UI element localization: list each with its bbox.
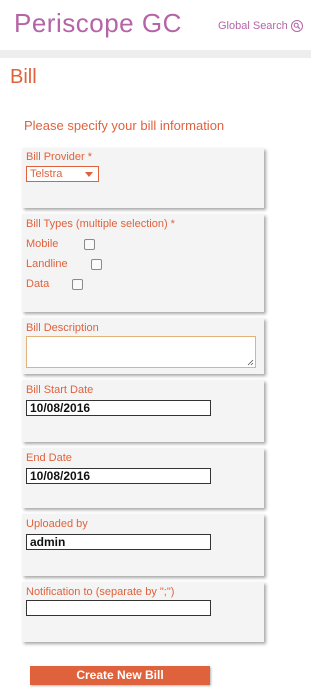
- bill-provider-selected: Telstra: [30, 168, 63, 180]
- end-date-card: End Date 10/08/2016: [22, 448, 264, 508]
- end-date-label: End Date: [26, 452, 72, 464]
- bill-type-data: Data: [26, 278, 106, 292]
- header-divider: [0, 50, 311, 58]
- end-date-input[interactable]: 10/08/2016: [26, 468, 211, 484]
- bill-types-card: Bill Types (multiple selection) * Mobile…: [22, 214, 264, 312]
- bill-type-data-label: Data: [26, 278, 50, 290]
- create-new-bill-button[interactable]: Create New Bill: [30, 666, 210, 685]
- uploaded-by-label: Uploaded by: [26, 518, 88, 530]
- notification-to-card: Notification to (separate by ";"): [22, 582, 264, 642]
- bill-type-landline-checkbox[interactable]: [91, 259, 102, 270]
- bill-description-card: Bill Description: [22, 318, 264, 374]
- app-title: Periscope GC: [14, 8, 182, 38]
- global-search-label: Global Search: [218, 20, 288, 32]
- notification-to-input[interactable]: [26, 600, 211, 616]
- header: Periscope GC Global Search: [0, 0, 311, 50]
- form-instruction: Please specify your bill information: [24, 118, 225, 133]
- bill-start-date-label: Bill Start Date: [26, 384, 94, 396]
- page-title: Bill: [10, 66, 37, 88]
- bill-provider-select[interactable]: Telstra: [26, 166, 99, 182]
- chevron-down-icon: [85, 172, 93, 177]
- bill-type-landline-label: Landline: [26, 258, 68, 270]
- bill-start-date-card: Bill Start Date 10/08/2016: [22, 380, 264, 442]
- bill-type-mobile-checkbox[interactable]: [84, 239, 95, 250]
- bill-type-data-checkbox[interactable]: [72, 279, 83, 290]
- bill-description-textarea[interactable]: [26, 336, 256, 368]
- search-icon: [290, 20, 303, 32]
- uploaded-by-card: Uploaded by admin: [22, 514, 264, 576]
- notification-to-label: Notification to (separate by ";"): [26, 586, 175, 598]
- uploaded-by-input[interactable]: admin: [26, 534, 211, 550]
- bill-type-landline: Landline: [26, 258, 106, 272]
- bill-type-mobile-label: Mobile: [26, 238, 59, 250]
- global-search-link[interactable]: Global Search: [218, 20, 303, 32]
- bill-start-date-input[interactable]: 10/08/2016: [26, 400, 211, 416]
- bill-type-mobile: Mobile: [26, 238, 106, 252]
- bill-types-label: Bill Types (multiple selection) *: [26, 218, 175, 230]
- bill-provider-card: Bill Provider * Telstra: [22, 148, 264, 208]
- bill-provider-label: Bill Provider *: [26, 151, 93, 163]
- bill-description-label: Bill Description: [26, 322, 99, 334]
- resize-grip-icon[interactable]: [247, 359, 254, 366]
